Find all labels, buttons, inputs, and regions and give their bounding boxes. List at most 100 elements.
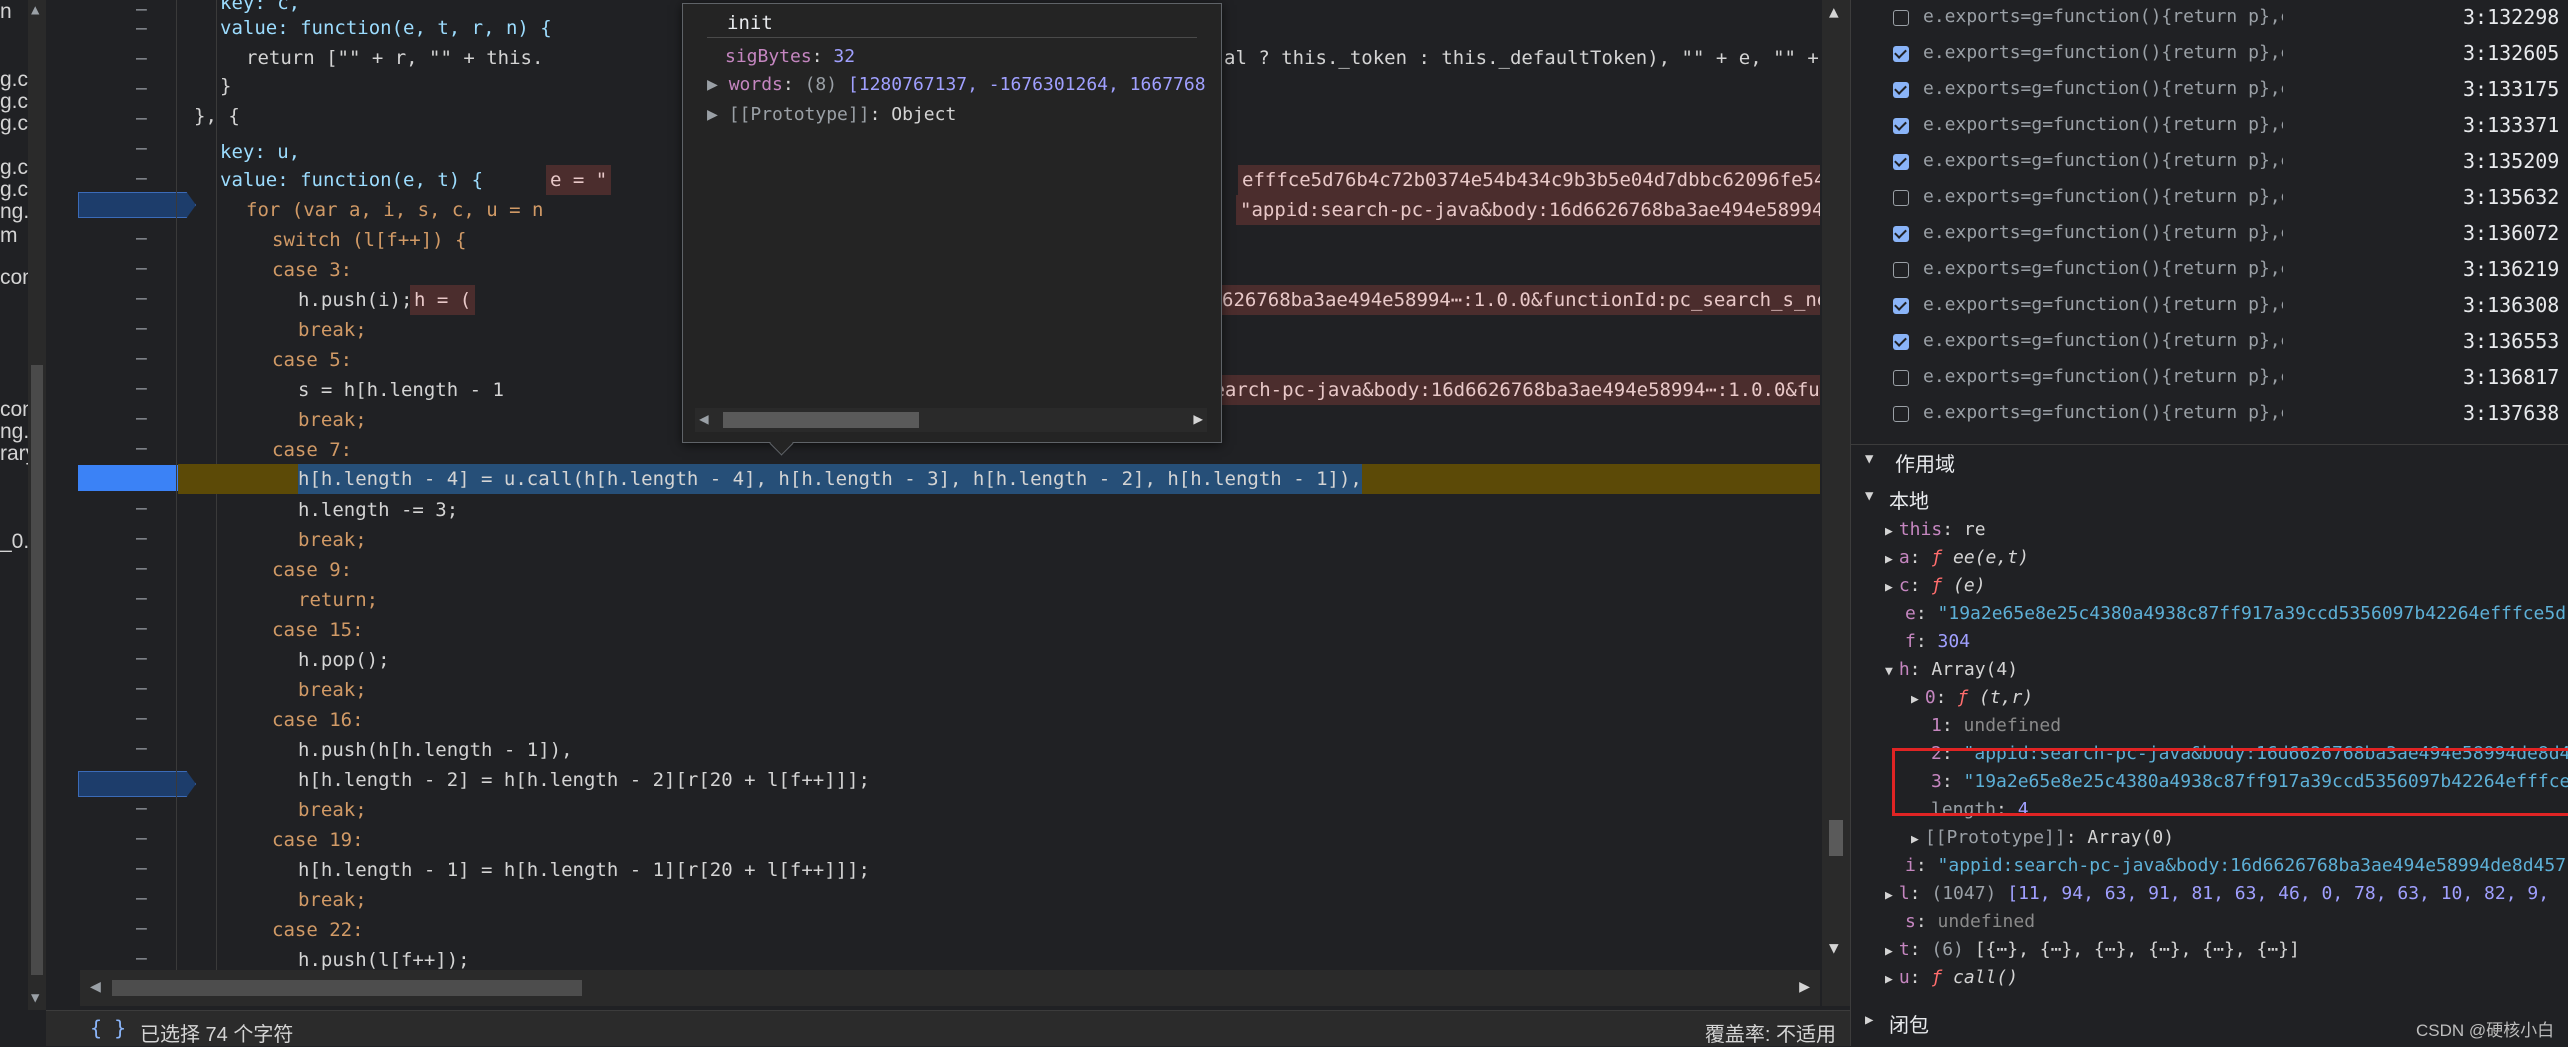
code-horizontal-scrollbar[interactable]: ◀ ▶ xyxy=(80,970,1820,1006)
frame-checkbox[interactable] xyxy=(1893,262,1909,278)
local-scope-header[interactable]: ▼ 本地 xyxy=(1851,482,2568,513)
popover-property-prototype[interactable]: ▶ [[Prototype]]: Object xyxy=(707,104,956,125)
file-item[interactable]: g.com xyxy=(0,68,28,92)
frame-location: 3:136553 xyxy=(2463,329,2560,353)
scope-var-f[interactable]: f: 304 xyxy=(1905,628,1970,656)
scroll-down-icon[interactable]: ▼ xyxy=(31,990,39,1006)
scope-var-h[interactable]: ▼ h: Array(4) xyxy=(1885,656,2018,684)
scope-var-i[interactable]: i: "appid:search-pc-java&body:16d6626768… xyxy=(1905,852,2566,880)
frame-checkbox[interactable] xyxy=(1893,334,1909,350)
file-item[interactable]: m xyxy=(0,224,18,248)
frame-checkbox[interactable] xyxy=(1893,154,1909,170)
pretty-print-icon[interactable]: { } xyxy=(90,1016,126,1040)
scrollbar-thumb[interactable] xyxy=(112,980,582,996)
frame-function-name: e.exports=g=function(){return p},e.expor… xyxy=(1923,258,2283,279)
call-stack-frame[interactable]: e.exports=g=function(){return p},e.expor… xyxy=(1851,144,2568,180)
file-item[interactable]: ng.c xyxy=(0,200,28,224)
file-item[interactable]: com xyxy=(0,266,28,290)
collapse-triangle-icon[interactable]: ▼ xyxy=(1865,451,1873,467)
frame-location: 3:136817 xyxy=(2463,365,2560,389)
editor-status-bar: { } 已选择 74 个字符 覆盖率: 不适用 xyxy=(46,1010,1850,1046)
array-item-1[interactable]: 1: undefined xyxy=(1931,712,2061,740)
frame-location: 3:133371 xyxy=(2463,113,2560,137)
scrollbar-thumb[interactable] xyxy=(723,412,919,428)
call-stack-frame[interactable]: e.exports=g=function(){return p},e.expor… xyxy=(1851,108,2568,144)
scope-var-t[interactable]: ▶ t: (6) [{⋯}, {⋯}, {⋯}, {⋯}, {⋯}, {⋯}] xyxy=(1885,936,2300,964)
frame-checkbox[interactable] xyxy=(1893,226,1909,242)
scroll-down-icon[interactable]: ▼ xyxy=(1829,938,1839,957)
scope-var-e[interactable]: e: "19a2e65e8e25c4380a4938c87ff917a39ccd… xyxy=(1905,600,2566,628)
scope-var-s[interactable]: s: undefined xyxy=(1905,908,2035,936)
scope-var-u[interactable]: ▶ u: ƒ call() xyxy=(1885,964,2018,992)
call-stack-frame[interactable]: e.exports=g=function(){return p},e.expor… xyxy=(1851,72,2568,108)
frame-checkbox[interactable] xyxy=(1893,298,1909,314)
call-stack-frame[interactable]: e.exports=g=function(){return p},e.expor… xyxy=(1851,252,2568,288)
scroll-up-icon[interactable]: ▲ xyxy=(31,2,39,18)
expand-triangle-icon[interactable]: ▶ xyxy=(1865,1012,1873,1028)
scroll-right-icon[interactable]: ▶ xyxy=(1799,976,1810,997)
call-stack-frame[interactable]: e.exports=g=function(){return p},e.expor… xyxy=(1851,288,2568,324)
file-item[interactable]: com xyxy=(0,398,28,422)
file-list-scrollbar[interactable]: ▲ ▼ xyxy=(28,0,46,1010)
scope-var-this[interactable]: ▶ this: re xyxy=(1885,516,1986,544)
scrollbar-thumb[interactable] xyxy=(1829,820,1843,856)
code-line: h[h.length - 1] = h[h.length - 1][r[20 +… xyxy=(298,859,870,881)
call-stack-frame[interactable]: e.exports=g=function(){return p},e.expor… xyxy=(1851,324,2568,360)
current-execution-line: h[h.length - 4] = u.call(h[h.length - 4]… xyxy=(178,464,1820,494)
file-list-panel: n g.com g.com g.com g.com g.com ng.c m c… xyxy=(0,0,28,1010)
file-item[interactable]: ng.co xyxy=(0,420,28,444)
scroll-left-icon[interactable]: ◀ xyxy=(699,409,709,428)
file-item[interactable]: _0.1 xyxy=(0,530,28,554)
frame-checkbox[interactable] xyxy=(1893,190,1909,206)
code-line: case 15: xyxy=(272,619,364,641)
file-item[interactable]: n xyxy=(0,0,12,24)
scope-var-c[interactable]: ▶ c: ƒ (e) xyxy=(1885,572,1986,600)
scrollbar-thumb[interactable] xyxy=(31,365,43,975)
frame-checkbox[interactable] xyxy=(1893,118,1909,134)
array-prototype[interactable]: ▶ [[Prototype]]: Array(0) xyxy=(1911,824,2174,852)
code-line: break; xyxy=(298,889,367,911)
frame-location: 3:135209 xyxy=(2463,149,2560,173)
selection-status: 已选择 74 个字符 xyxy=(140,1024,294,1046)
frame-location: 3:132298 xyxy=(2463,5,2560,29)
file-item[interactable]: g.com xyxy=(0,90,28,114)
debugger-sidebar: e.exports=g=function(){return p},e.expor… xyxy=(1850,0,2568,1046)
scope-var-l[interactable]: ▶ l: (1047) [11, 94, 63, 91, 81, 63, 46, … xyxy=(1885,880,2549,908)
code-line: case 16: xyxy=(272,709,364,731)
call-stack-frame[interactable]: e.exports=g=function(){return p},e.expor… xyxy=(1851,36,2568,72)
popover-property: sigBytes: 32 xyxy=(725,46,856,67)
code-line: h.pop(); xyxy=(298,649,390,671)
popover-property-words[interactable]: ▶ words: (8) [1280767137, -1676301264, 1… xyxy=(707,74,1206,95)
popover-title: init xyxy=(727,12,773,34)
frame-checkbox[interactable] xyxy=(1893,370,1909,386)
call-stack-frame[interactable]: e.exports=g=function(){return p},e.expor… xyxy=(1851,396,2568,432)
frame-location: 3:136219 xyxy=(2463,257,2560,281)
scope-var-a[interactable]: ▶ a: ƒ ee(e,t) xyxy=(1885,544,2029,572)
file-item[interactable]: g.com xyxy=(0,112,28,136)
scope-section-header[interactable]: ▼ 作用域 xyxy=(1851,444,2568,477)
line-gutter: – – – – – – – – – – – – – – – – – – – – … xyxy=(46,0,196,1010)
popover-scrollbar[interactable]: ◀ ▶ xyxy=(695,408,1207,432)
code-line: h[h.length - 2] = h[h.length - 2][r[20 +… xyxy=(298,769,870,791)
file-item[interactable]: g.com xyxy=(0,156,28,180)
array-item-0[interactable]: ▶ 0: ƒ (t,r) xyxy=(1911,684,2033,712)
watermark: CSDN @硬核小白 xyxy=(2416,1021,2555,1040)
frame-checkbox[interactable] xyxy=(1893,406,1909,422)
call-stack-frame[interactable]: e.exports=g=function(){return p},e.expor… xyxy=(1851,360,2568,396)
frame-checkbox[interactable] xyxy=(1893,10,1909,26)
expand-triangle-icon[interactable]: ▶ xyxy=(707,104,718,125)
call-stack-frame[interactable]: e.exports=g=function(){return p},e.expor… xyxy=(1851,216,2568,252)
code-vertical-scrollbar[interactable]: ▲ ▼ xyxy=(1822,0,1850,1006)
scroll-up-icon[interactable]: ▲ xyxy=(1829,2,1839,21)
call-stack-frame[interactable]: e.exports=g=function(){return p},e.expor… xyxy=(1851,180,2568,216)
file-item[interactable]: rary xyxy=(0,442,28,466)
frame-checkbox[interactable] xyxy=(1893,46,1909,62)
hover-value-popover[interactable]: init sigBytes: 32 ▶ words: (8) [12807671… xyxy=(682,3,1222,456)
file-item[interactable]: g.com xyxy=(0,178,28,202)
expand-triangle-icon[interactable]: ▶ xyxy=(707,74,718,95)
scroll-left-icon[interactable]: ◀ xyxy=(90,976,101,997)
frame-checkbox[interactable] xyxy=(1893,82,1909,98)
scroll-right-icon[interactable]: ▶ xyxy=(1193,409,1203,428)
call-stack-frame[interactable]: e.exports=g=function(){return p},e.expor… xyxy=(1851,0,2568,36)
collapse-triangle-icon[interactable]: ▼ xyxy=(1865,488,1873,504)
